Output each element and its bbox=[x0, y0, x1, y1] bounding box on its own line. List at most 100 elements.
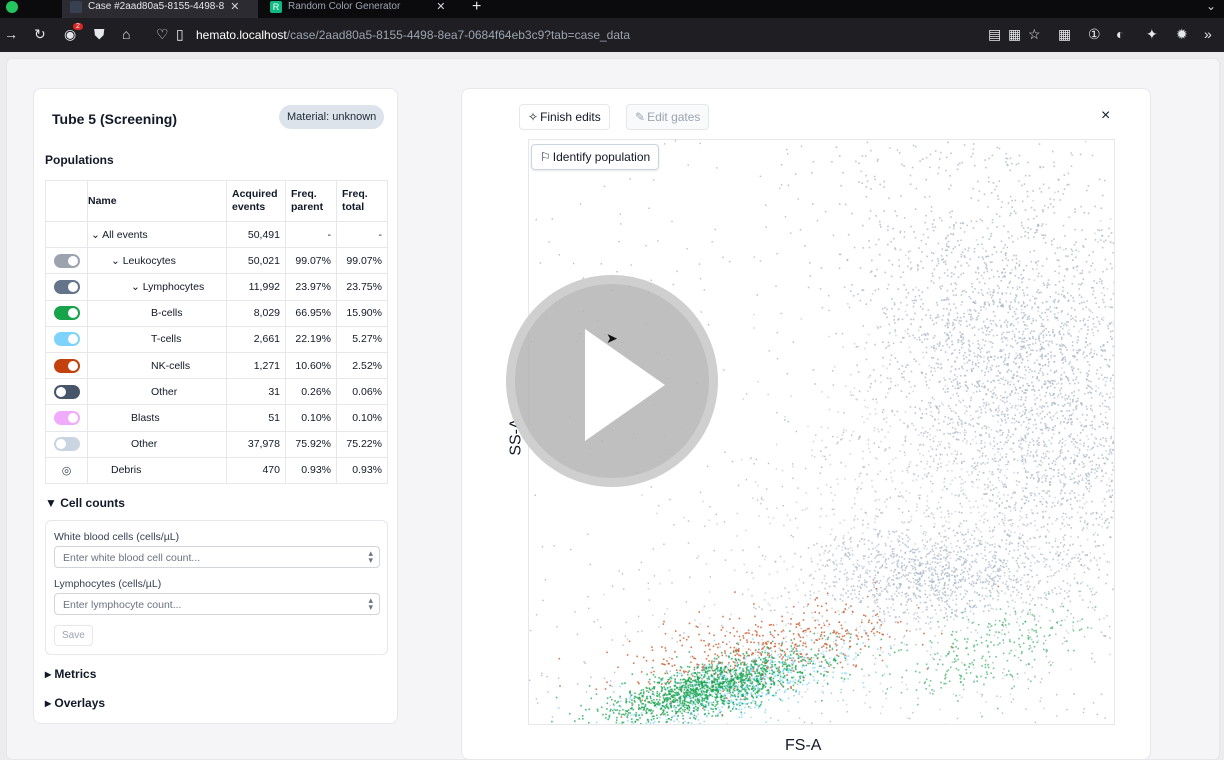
event-dot bbox=[1038, 379, 1040, 382]
settings-icon[interactable]: ✹ bbox=[1176, 26, 1188, 43]
event-dot bbox=[907, 521, 910, 523]
event-dot bbox=[1015, 163, 1018, 166]
tab-close-icon[interactable]: ✕ bbox=[230, 0, 239, 14]
population-row[interactable]: ◎ Debris 470 0.93% 0.93% bbox=[45, 456, 388, 484]
cell-counts-toggle[interactable]: ▼ Cell counts bbox=[45, 496, 125, 510]
overlays-toggle[interactable]: ▸ Overlays bbox=[45, 696, 105, 710]
visibility-toggle[interactable] bbox=[53, 437, 80, 452]
event-dot bbox=[1064, 640, 1066, 643]
event-dot bbox=[1008, 431, 1010, 433]
visibility-toggle[interactable] bbox=[53, 410, 80, 425]
event-dot bbox=[928, 387, 930, 389]
event-dot bbox=[1064, 360, 1067, 363]
event-dot bbox=[1002, 247, 1005, 249]
browser-tab-case[interactable]: Case #2aad80a5-8155-4498-8 ✕ bbox=[62, 0, 258, 18]
event-dot bbox=[1109, 637, 1111, 639]
event-dot bbox=[915, 299, 917, 302]
visibility-toggle[interactable] bbox=[53, 306, 80, 321]
event-dot bbox=[1013, 422, 1016, 424]
event-dot bbox=[907, 612, 910, 615]
chevron-down-icon[interactable]: ⌄ bbox=[111, 255, 123, 267]
tab-close-icon[interactable]: ✕ bbox=[436, 0, 445, 14]
event-dot bbox=[981, 385, 983, 388]
visibility-toggle[interactable] bbox=[53, 279, 80, 294]
shield-icon[interactable]: ⛊ bbox=[94, 26, 105, 43]
event-dot bbox=[858, 564, 860, 567]
tab-list-icon[interactable]: ⌄ bbox=[1206, 0, 1216, 13]
population-row[interactable]: ⌄ Lymphocytes 11,992 23.97% 23.75% bbox=[45, 273, 388, 301]
event-dot bbox=[1054, 313, 1056, 316]
grid-icon[interactable]: ▦ bbox=[1008, 26, 1021, 43]
event-dot bbox=[1039, 369, 1041, 372]
event-dot bbox=[992, 289, 995, 291]
forward-icon[interactable]: → bbox=[4, 26, 18, 42]
wbc-stepper-icon[interactable]: ▴ ▾ bbox=[368, 549, 373, 565]
population-row[interactable]: ⌄ All events 50,491- - bbox=[45, 220, 388, 249]
event-dot bbox=[1098, 545, 1100, 547]
event-dot bbox=[1017, 564, 1020, 567]
population-row[interactable]: Other 37,978 75.92% 75.22% bbox=[45, 430, 388, 458]
event-dot bbox=[807, 547, 810, 549]
home-icon[interactable]: ⌂ bbox=[122, 26, 130, 42]
event-dot bbox=[946, 324, 949, 326]
event-dot bbox=[856, 518, 859, 520]
event-dot bbox=[1047, 282, 1049, 284]
lymph-stepper-icon[interactable]: ▴ ▾ bbox=[368, 596, 373, 612]
apps-icon[interactable]: ▦ bbox=[1058, 26, 1071, 43]
event-dot bbox=[1045, 340, 1048, 342]
population-row[interactable]: Blasts 51 0.10% 0.10% bbox=[45, 404, 388, 432]
event-dot bbox=[958, 322, 960, 324]
overflow-icon[interactable]: » bbox=[1204, 26, 1212, 42]
event-dot bbox=[938, 532, 941, 535]
population-row[interactable]: Other 31 0.26% 0.06% bbox=[45, 378, 388, 406]
population-row[interactable]: T-cells 2,661 22.19% 5.27% bbox=[45, 325, 388, 353]
population-row[interactable]: NK-cells 1,271 10.60% 2.52% bbox=[45, 351, 388, 380]
finish-edits-button[interactable]: ✧ Finish edits bbox=[519, 104, 610, 130]
browser-tab-color[interactable]: R Random Color Generator ✕ bbox=[262, 0, 462, 18]
event-dot bbox=[1060, 348, 1062, 351]
event-dot bbox=[1063, 421, 1065, 424]
event-dot bbox=[916, 338, 918, 341]
visibility-toggle[interactable] bbox=[53, 253, 80, 268]
metrics-toggle[interactable]: ▸ Metrics bbox=[45, 667, 96, 681]
event-dot bbox=[952, 328, 955, 331]
event-dot bbox=[989, 366, 992, 369]
edit-gates-button[interactable]: ✎ Edit gates bbox=[626, 104, 710, 130]
event-dot bbox=[925, 178, 927, 181]
reload-icon[interactable]: ↻ bbox=[34, 26, 46, 43]
vpn-icon[interactable]: ◐ bbox=[1116, 26, 1124, 42]
event-dot bbox=[1085, 306, 1087, 308]
lymph-input[interactable]: Enter lymphocyte count... ▴ ▾ bbox=[54, 593, 380, 615]
event-dot bbox=[967, 528, 969, 531]
chevron-down-icon[interactable]: ⌄ bbox=[131, 281, 143, 293]
password-manager-icon[interactable]: ① bbox=[1088, 26, 1101, 43]
visibility-toggle[interactable] bbox=[53, 358, 80, 373]
visibility-toggle[interactable] bbox=[53, 384, 80, 399]
event-dot bbox=[1047, 575, 1049, 578]
wbc-input[interactable]: Enter white blood cell count... ▴ ▾ bbox=[54, 546, 380, 568]
event-dot bbox=[1002, 276, 1004, 278]
save-button[interactable]: Save bbox=[54, 625, 93, 646]
event-dot bbox=[982, 247, 984, 250]
event-dot bbox=[886, 288, 889, 290]
star-icon[interactable]: ☆ bbox=[1028, 26, 1041, 43]
new-tab-icon[interactable]: + bbox=[472, 0, 481, 16]
event-dot bbox=[887, 345, 889, 348]
event-dot bbox=[814, 383, 816, 385]
close-plot-button[interactable]: × bbox=[1101, 107, 1110, 125]
puzzle-icon[interactable]: ✦ bbox=[1146, 26, 1158, 43]
hidden-eye-icon[interactable]: ◎ bbox=[62, 465, 72, 477]
chevron-down-icon[interactable]: ⌄ bbox=[91, 229, 102, 241]
window-control[interactable] bbox=[6, 1, 18, 13]
event-dot bbox=[1099, 426, 1101, 428]
population-row[interactable]: ⌄ Leukocytes 50,021 99.07% 99.07% bbox=[45, 247, 388, 275]
event-dot bbox=[1016, 570, 1018, 572]
event-dot bbox=[788, 597, 791, 600]
event-dot bbox=[1011, 338, 1013, 340]
url-bar[interactable]: hemato.localhost/case/2aad80a5-8155-4498… bbox=[196, 28, 630, 42]
population-row[interactable]: B-cells 8,029 66.95% 15.90% bbox=[45, 299, 388, 327]
tracking-shield-icon[interactable]: ♡ bbox=[156, 26, 169, 43]
event-dot bbox=[996, 397, 998, 399]
reader-icon[interactable]: ▤ bbox=[988, 26, 1001, 43]
visibility-toggle[interactable] bbox=[53, 332, 80, 347]
